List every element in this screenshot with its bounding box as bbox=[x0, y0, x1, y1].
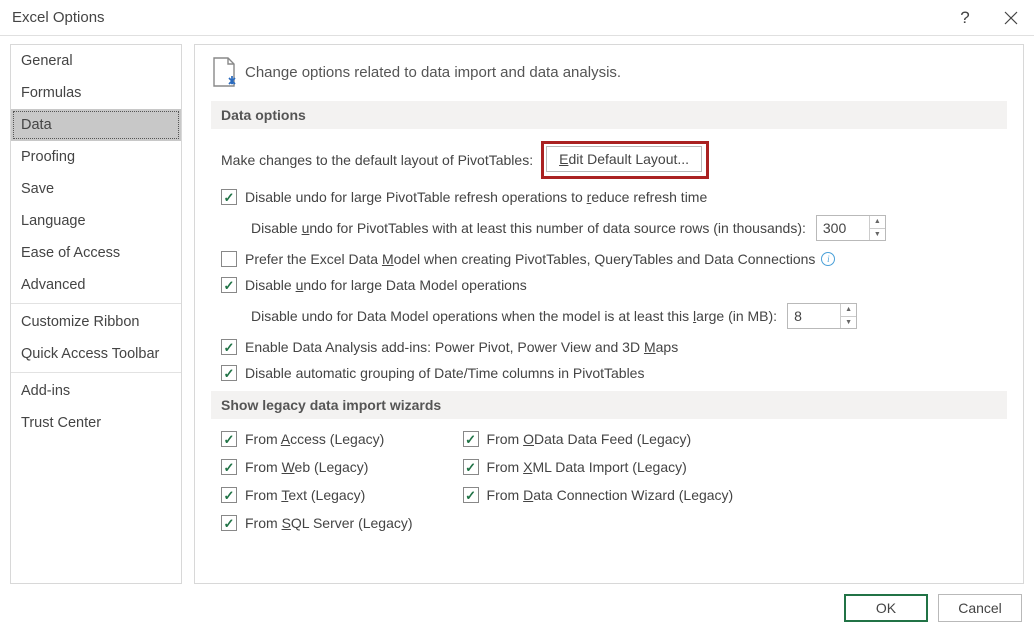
checkbox-from-sql-server[interactable]: From SQL Server (Legacy) bbox=[221, 515, 413, 531]
checkbox-icon bbox=[221, 339, 237, 355]
spin-value: 8 bbox=[794, 308, 802, 324]
data-page-icon bbox=[211, 57, 235, 87]
checkbox-from-web[interactable]: From Web (Legacy) bbox=[221, 459, 413, 475]
checkbox-from-xml[interactable]: From XML Data Import (Legacy) bbox=[463, 459, 734, 475]
checkbox-label: From SQL Server (Legacy) bbox=[245, 515, 413, 531]
checkbox-label: From Web (Legacy) bbox=[245, 459, 368, 475]
checkbox-from-text[interactable]: From Text (Legacy) bbox=[221, 487, 413, 503]
checkbox-icon bbox=[221, 431, 237, 447]
sidebar-item-trust-center[interactable]: Trust Center bbox=[11, 407, 181, 439]
pivot-default-row: Make changes to the default layout of Pi… bbox=[211, 141, 1007, 179]
checkbox-icon bbox=[221, 459, 237, 475]
opt-prefer-data-model: Prefer the Excel Data Model when creatin… bbox=[211, 251, 1007, 267]
checkbox-prefer-data-model[interactable]: Prefer the Excel Data Model when creatin… bbox=[221, 251, 815, 267]
checkbox-icon bbox=[221, 189, 237, 205]
sidebar-item-data[interactable]: Data bbox=[11, 109, 181, 141]
help-button[interactable]: ? bbox=[942, 0, 988, 36]
checkbox-icon bbox=[463, 487, 479, 503]
opt-disable-undo-pivot: Disable undo for large PivotTable refres… bbox=[211, 189, 1007, 205]
checkbox-label: From Access (Legacy) bbox=[245, 431, 384, 447]
undo-model-threshold-label: Disable undo for Data Model operations w… bbox=[251, 308, 777, 324]
spin-arrows[interactable]: ▲▼ bbox=[840, 304, 856, 328]
sidebar-separator bbox=[11, 303, 181, 304]
window-title: Excel Options bbox=[12, 9, 942, 26]
sidebar-item-add-ins[interactable]: Add-ins bbox=[11, 375, 181, 407]
dialog-footer: OK Cancel bbox=[0, 584, 1034, 632]
spin-up-icon[interactable]: ▲ bbox=[840, 304, 856, 317]
cancel-button[interactable]: Cancel bbox=[938, 594, 1022, 622]
spin-arrows[interactable]: ▲▼ bbox=[869, 216, 885, 240]
legacy-wizard-columns: From Access (Legacy) From Web (Legacy) F… bbox=[211, 431, 1007, 531]
checkbox-icon bbox=[221, 365, 237, 381]
sidebar-item-ease-of-access[interactable]: Ease of Access bbox=[11, 237, 181, 269]
checkbox-icon bbox=[463, 459, 479, 475]
checkbox-icon bbox=[221, 251, 237, 267]
category-sidebar: General Formulas Data Proofing Save Lang… bbox=[10, 44, 182, 584]
sidebar-item-save[interactable]: Save bbox=[11, 173, 181, 205]
checkbox-label: Enable Data Analysis add-ins: Power Pivo… bbox=[245, 339, 678, 355]
ok-button[interactable]: OK bbox=[844, 594, 928, 622]
sidebar-item-proofing[interactable]: Proofing bbox=[11, 141, 181, 173]
opt-disable-undo-model: Disable undo for large Data Model operat… bbox=[211, 277, 1007, 293]
checkbox-icon bbox=[463, 431, 479, 447]
intro-row: Change options related to data import an… bbox=[211, 57, 1007, 87]
checkbox-label: Disable undo for large Data Model operat… bbox=[245, 277, 527, 293]
undo-model-threshold-input[interactable]: 8 ▲▼ bbox=[787, 303, 857, 329]
section-data-options: Data options bbox=[211, 101, 1007, 129]
checkbox-icon bbox=[221, 487, 237, 503]
checkbox-from-access[interactable]: From Access (Legacy) bbox=[221, 431, 413, 447]
close-button[interactable] bbox=[988, 0, 1034, 36]
titlebar: Excel Options ? bbox=[0, 0, 1034, 36]
legacy-col-1: From Access (Legacy) From Web (Legacy) F… bbox=[221, 431, 413, 531]
spin-down-icon[interactable]: ▼ bbox=[840, 317, 856, 329]
sidebar-item-formulas[interactable]: Formulas bbox=[11, 77, 181, 109]
checkbox-label: Disable automatic grouping of Date/Time … bbox=[245, 365, 644, 381]
checkbox-disable-undo-pivot[interactable]: Disable undo for large PivotTable refres… bbox=[221, 189, 707, 205]
checkbox-label: From Data Connection Wizard (Legacy) bbox=[487, 487, 734, 503]
checkbox-from-data-connection-wizard[interactable]: From Data Connection Wizard (Legacy) bbox=[463, 487, 734, 503]
sidebar-item-language[interactable]: Language bbox=[11, 205, 181, 237]
pivot-default-label: Make changes to the default layout of Pi… bbox=[221, 152, 533, 168]
checkbox-icon bbox=[221, 515, 237, 531]
checkbox-enable-analysis-addins[interactable]: Enable Data Analysis add-ins: Power Pivo… bbox=[221, 339, 678, 355]
opt-disable-auto-grouping: Disable automatic grouping of Date/Time … bbox=[211, 365, 1007, 381]
checkbox-disable-auto-grouping[interactable]: Disable automatic grouping of Date/Time … bbox=[221, 365, 644, 381]
opt-undo-model-threshold: Disable undo for Data Model operations w… bbox=[211, 303, 1007, 329]
sidebar-item-general[interactable]: General bbox=[11, 45, 181, 77]
sidebar-item-customize-ribbon[interactable]: Customize Ribbon bbox=[11, 306, 181, 338]
checkbox-label: From XML Data Import (Legacy) bbox=[487, 459, 687, 475]
intro-text: Change options related to data import an… bbox=[245, 64, 621, 81]
checkbox-from-odata[interactable]: From OData Data Feed (Legacy) bbox=[463, 431, 734, 447]
opt-enable-analysis-addins: Enable Data Analysis add-ins: Power Pivo… bbox=[211, 339, 1007, 355]
checkbox-disable-undo-model[interactable]: Disable undo for large Data Model operat… bbox=[221, 277, 527, 293]
sidebar-separator bbox=[11, 372, 181, 373]
sidebar-item-quick-access-toolbar[interactable]: Quick Access Toolbar bbox=[11, 338, 181, 370]
checkbox-label: From OData Data Feed (Legacy) bbox=[487, 431, 692, 447]
undo-pivot-threshold-label: Disable undo for PivotTables with at lea… bbox=[251, 220, 806, 236]
info-icon[interactable]: i bbox=[821, 252, 835, 266]
edit-default-highlight: Edit Default Layout... bbox=[541, 141, 709, 179]
dialog-body: General Formulas Data Proofing Save Lang… bbox=[0, 36, 1034, 584]
content-scroll: Change options related to data import an… bbox=[195, 45, 1023, 583]
spin-up-icon[interactable]: ▲ bbox=[869, 216, 885, 229]
undo-pivot-threshold-input[interactable]: 300 ▲▼ bbox=[816, 215, 886, 241]
checkbox-icon bbox=[221, 277, 237, 293]
opt-undo-pivot-threshold: Disable undo for PivotTables with at lea… bbox=[211, 215, 1007, 241]
legacy-col-2: From OData Data Feed (Legacy) From XML D… bbox=[463, 431, 734, 531]
section-legacy-wizards: Show legacy data import wizards bbox=[211, 391, 1007, 419]
spin-value: 300 bbox=[823, 220, 846, 236]
edit-default-layout-button[interactable]: Edit Default Layout... bbox=[546, 146, 702, 172]
checkbox-label: Disable undo for large PivotTable refres… bbox=[245, 189, 707, 205]
spin-down-icon[interactable]: ▼ bbox=[869, 229, 885, 241]
checkbox-label: Prefer the Excel Data Model when creatin… bbox=[245, 251, 815, 267]
close-icon bbox=[1004, 11, 1018, 25]
sidebar-item-advanced[interactable]: Advanced bbox=[11, 269, 181, 301]
content-panel: Change options related to data import an… bbox=[194, 44, 1024, 584]
checkbox-label: From Text (Legacy) bbox=[245, 487, 365, 503]
